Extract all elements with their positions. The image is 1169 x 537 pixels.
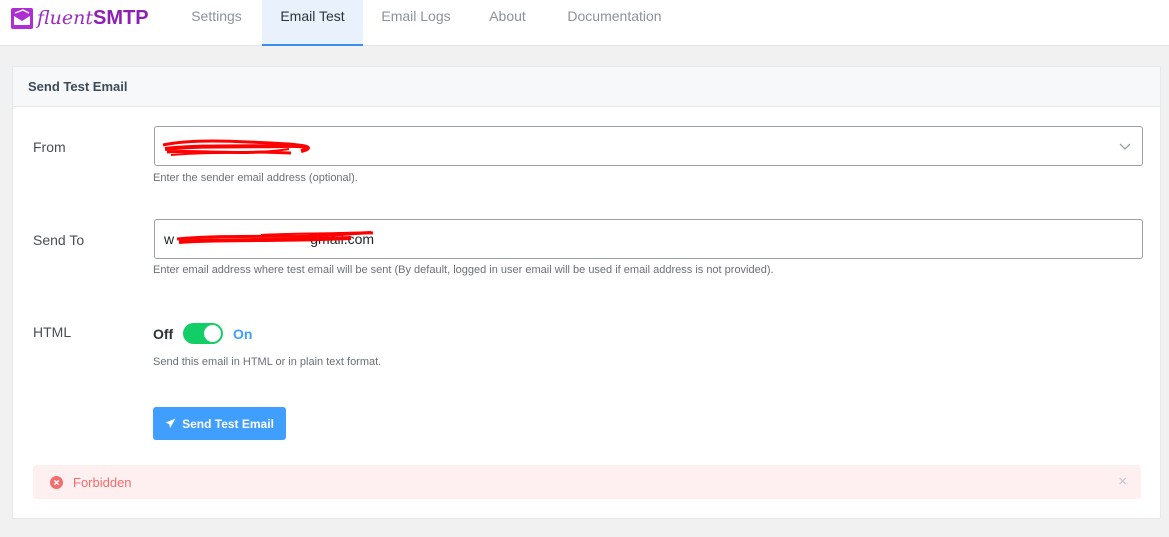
send-test-email-card: Send Test Email From Enter the sender em… (12, 66, 1161, 519)
card-title: Send Test Email (13, 67, 1160, 107)
top-navigation: fluentSMTP Settings Email Test Email Log… (0, 0, 1169, 46)
send-test-email-button[interactable]: Send Test Email (153, 407, 286, 440)
html-label: HTML (33, 324, 72, 340)
send-to-input[interactable] (154, 219, 1143, 259)
send-test-email-label: Send Test Email (182, 416, 274, 431)
send-to-label: Send To (33, 232, 85, 248)
envelope-logo-icon (11, 8, 33, 29)
close-icon[interactable]: × (1118, 473, 1127, 490)
tab-settings[interactable]: Settings (178, 0, 255, 46)
html-hint: Send this email in HTML or in plain text… (153, 356, 382, 368)
brand-name-bold: SMTP (93, 7, 149, 29)
paper-plane-icon (165, 418, 176, 429)
from-label: From (33, 139, 66, 155)
html-toggle-switch[interactable] (183, 323, 223, 344)
brand-logo[interactable]: fluentSMTP (11, 6, 149, 30)
tab-email-logs[interactable]: Email Logs (370, 0, 462, 46)
chevron-down-icon (1119, 143, 1131, 150)
from-select[interactable] (154, 126, 1143, 166)
tab-email-test[interactable]: Email Test (262, 0, 363, 46)
error-alert-text: Forbidden (73, 475, 132, 490)
tab-about[interactable]: About (475, 0, 540, 46)
toggle-off-label[interactable]: Off (153, 326, 173, 342)
error-alert: Forbidden × (33, 465, 1141, 499)
brand-name-light: fluent (37, 7, 94, 29)
send-to-hint: Enter email address where test email wil… (153, 264, 774, 276)
error-circle-icon (50, 476, 63, 489)
toggle-knob (204, 325, 221, 342)
from-hint: Enter the sender email address (optional… (153, 172, 358, 184)
tab-documentation[interactable]: Documentation (553, 0, 676, 46)
toggle-on-label[interactable]: On (233, 326, 252, 342)
